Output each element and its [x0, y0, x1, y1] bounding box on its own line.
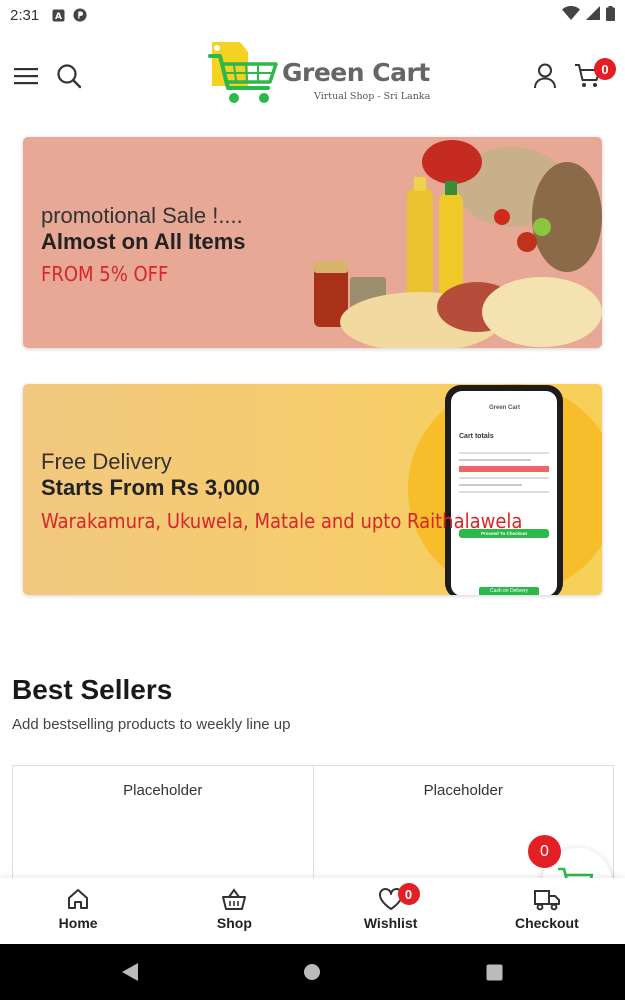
best-sellers-title: Best Sellers	[12, 674, 173, 705]
product-placeholder: Placeholder	[423, 782, 503, 799]
logo-cart-icon	[208, 42, 278, 103]
back-button[interactable]	[120, 962, 140, 982]
wishlist-count-badge: 0	[397, 883, 420, 905]
account-button[interactable]	[529, 60, 561, 92]
notification-app-icon	[73, 8, 87, 22]
nav-checkout[interactable]: Checkout	[469, 878, 625, 944]
nav-wishlist[interactable]: Wishlist 0	[313, 878, 469, 944]
app-header: Green Cart Virtual Shop - Sri Lanka 0	[0, 30, 625, 124]
notification-a-icon: A	[51, 8, 65, 22]
hamburger-icon	[14, 68, 38, 85]
status-time: 2:31	[10, 6, 40, 24]
promo-banner[interactable]: promotional Sale !.... Almost on All Ite…	[23, 137, 602, 348]
search-icon	[57, 64, 82, 89]
promo-line1: promotional Sale !....	[41, 203, 243, 228]
nav-checkout-label: Checkout	[514, 915, 579, 931]
bottom-nav: Home Shop Wishlist 0 Checkout	[0, 878, 625, 944]
basket-icon	[222, 888, 247, 910]
cart-count-badge: 0	[594, 58, 616, 80]
truck-icon	[533, 890, 560, 911]
nav-shop[interactable]: Shop	[156, 878, 312, 944]
home-circle-icon	[304, 964, 320, 980]
nav-home[interactable]: Home	[0, 878, 156, 944]
status-bar: 2:31 A	[0, 0, 625, 30]
promo-line3: FROM 5% OFF	[41, 262, 169, 286]
user-icon	[534, 63, 556, 89]
phone-logo: Green Cart	[489, 405, 521, 411]
logo-subtitle: Virtual Shop - Sri Lanka	[314, 91, 431, 102]
battery-icon	[606, 5, 615, 25]
delivery-banner[interactable]: Free Delivery Starts From Rs 3,000 Green…	[23, 384, 602, 595]
green-cart-logo[interactable]: Green Cart Virtual Shop - Sri Lanka	[204, 40, 430, 112]
floating-cart-count-badge: 0	[528, 835, 561, 868]
product-placeholder: Placeholder	[123, 782, 203, 799]
nav-wishlist-label: Wishlist	[363, 915, 418, 931]
phone-cart-heading: Cart totals	[459, 433, 494, 440]
logo-title: Green Cart	[282, 58, 430, 87]
nav-shop-label: Shop	[216, 915, 252, 931]
home-icon	[68, 889, 89, 909]
delivery-areas: Warakamura, Ukuwela, Matale and upto Rai…	[41, 509, 523, 533]
search-button[interactable]	[53, 60, 85, 92]
recents-square-icon	[486, 964, 502, 980]
menu-button[interactable]	[10, 60, 42, 92]
phone-lines	[459, 447, 549, 498]
phone-mockup: Green Cart Cart totals Proceed To Checko…	[445, 385, 563, 595]
delivery-line2: Starts From Rs 3,000	[41, 475, 260, 500]
product-grid: Placeholder Placeholder	[12, 765, 614, 885]
signal-icon	[586, 6, 600, 24]
best-sellers-subtitle: Add bestselling products to weekly line …	[12, 716, 291, 733]
home-system-button[interactable]	[302, 962, 322, 982]
phone-cod-label: Cash on Delivery	[479, 587, 539, 595]
product-card[interactable]: Placeholder	[13, 766, 313, 885]
android-nav-bar	[0, 944, 625, 1000]
promo-line2: Almost on All Items	[41, 229, 246, 254]
wifi-icon	[562, 6, 580, 24]
nav-home-label: Home	[58, 915, 98, 931]
groceries-image	[314, 140, 602, 348]
recents-button[interactable]	[484, 962, 504, 982]
back-triangle-icon	[122, 963, 138, 981]
svg-text:A: A	[55, 12, 62, 22]
delivery-line1: Free Delivery	[41, 449, 172, 474]
